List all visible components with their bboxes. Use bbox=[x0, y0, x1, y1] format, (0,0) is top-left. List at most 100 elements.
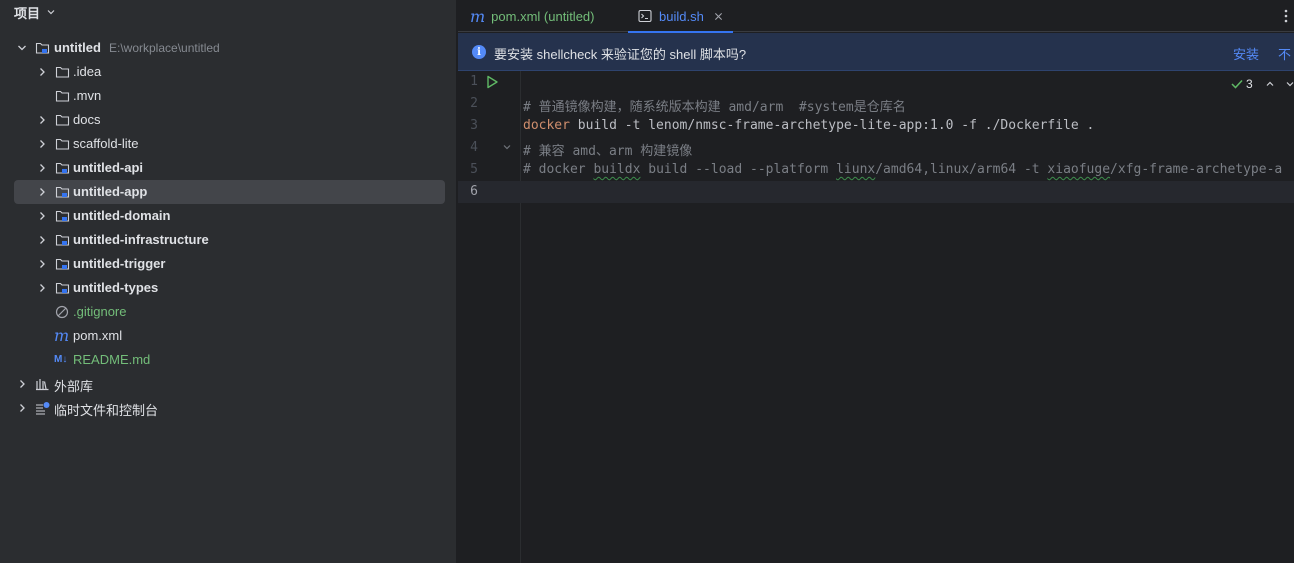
code-text: # 兼容 amd、arm 构建镜像 bbox=[523, 144, 693, 159]
chevron-right-icon[interactable] bbox=[36, 162, 48, 174]
module-folder-icon bbox=[55, 282, 70, 294]
code-line[interactable]: 3 docker build -t lenom/nmsc-frame-arche… bbox=[458, 115, 1294, 137]
tree-item-label: 外部库 bbox=[54, 379, 94, 394]
tree-item[interactable]: untitled-infrastructure bbox=[14, 228, 445, 252]
tree-item-label: untitled-api bbox=[73, 160, 144, 175]
code-token: /xfg-frame-archetype-a bbox=[1110, 162, 1283, 177]
tree-item[interactable]: untitled-app bbox=[14, 180, 445, 204]
tree-item[interactable]: scaffold-lite bbox=[14, 132, 445, 156]
close-icon[interactable] bbox=[714, 12, 723, 21]
tree-root-label: untitled bbox=[54, 40, 101, 55]
inspection-count: 3 bbox=[1246, 77, 1253, 91]
editor-tab-bar: m pom.xml (untitled) build.sh bbox=[458, 0, 1294, 33]
code-token: /amd64,linux/arm64 -t bbox=[875, 162, 1048, 177]
tree-item[interactable]: untitled-types bbox=[14, 276, 445, 300]
code-token: build --load --platform bbox=[640, 162, 837, 177]
tree-item[interactable]: .gitignore bbox=[14, 300, 445, 324]
tree-item-label: scaffold-lite bbox=[73, 136, 139, 151]
chevron-right-icon[interactable] bbox=[16, 402, 28, 414]
typo-token: buildx bbox=[593, 162, 641, 177]
module-folder-icon bbox=[35, 42, 50, 54]
code-text: docker build -t lenom/nmsc-frame-archety… bbox=[523, 118, 1094, 133]
project-panel-title[interactable]: 项目 bbox=[14, 3, 56, 21]
code-line[interactable]: 1 bbox=[458, 71, 1294, 93]
tab-label: pom.xml (untitled) bbox=[491, 8, 595, 24]
maven-icon: m bbox=[54, 326, 70, 345]
module-folder-icon bbox=[55, 258, 70, 270]
tree-item-external-libraries[interactable]: 外部库 bbox=[14, 372, 445, 396]
fold-chevron-icon[interactable] bbox=[502, 142, 512, 152]
markdown-icon: M↓ bbox=[54, 354, 68, 365]
code-text: # docker buildx build --load --platform … bbox=[523, 162, 1282, 177]
line-number: 4 bbox=[470, 140, 478, 155]
ignore-file-icon bbox=[55, 305, 69, 319]
code-line-current[interactable]: 6 bbox=[458, 181, 1294, 203]
tree-item-label: .idea bbox=[73, 64, 102, 79]
chevron-down-icon[interactable] bbox=[1285, 79, 1294, 89]
dismiss-link[interactable]: 不 bbox=[1278, 44, 1291, 63]
tree-item-label: pom.xml bbox=[73, 328, 123, 343]
chevron-right-icon[interactable] bbox=[36, 114, 48, 126]
tree-item-label: untitled-domain bbox=[73, 208, 171, 223]
info-icon: i bbox=[472, 45, 486, 59]
tree-item-label: untitled-app bbox=[73, 184, 148, 199]
tree-item[interactable]: docs bbox=[14, 108, 445, 132]
line-number: 5 bbox=[470, 162, 478, 177]
module-folder-icon bbox=[55, 162, 70, 174]
folder-icon bbox=[55, 90, 70, 102]
tree-item-label: untitled-types bbox=[73, 280, 159, 295]
tab-label: build.sh bbox=[659, 8, 704, 24]
editor-area: m pom.xml (untitled) build.sh i 要安装 shel… bbox=[458, 0, 1294, 563]
line-number: 2 bbox=[470, 96, 478, 111]
tree-item[interactable]: M↓ README.md bbox=[14, 348, 445, 372]
tree-item-label: 临时文件和控制台 bbox=[54, 403, 159, 418]
tree-item-label: docs bbox=[73, 112, 101, 127]
tree-item-label: .mvn bbox=[73, 88, 102, 103]
module-folder-icon bbox=[55, 186, 70, 198]
code-line[interactable]: 4 # 兼容 amd、arm 构建镜像 bbox=[458, 137, 1294, 159]
chevron-right-icon[interactable] bbox=[36, 258, 48, 270]
module-folder-icon bbox=[55, 210, 70, 222]
code-text: # 普通镜像构建，随系统版本构建 amd/arm #system是仓库名 bbox=[523, 100, 906, 115]
chevron-right-icon[interactable] bbox=[36, 210, 48, 222]
tree-item-label: .gitignore bbox=[73, 304, 127, 319]
tree-item[interactable]: .mvn bbox=[14, 84, 445, 108]
tree-item-scratches[interactable]: 临时文件和控制台 bbox=[14, 396, 445, 420]
tree-item[interactable]: untitled-domain bbox=[14, 204, 445, 228]
project-panel-title-label: 项目 bbox=[14, 5, 41, 21]
code-token: # docker bbox=[523, 162, 594, 177]
line-number: 1 bbox=[470, 74, 478, 89]
line-number: 3 bbox=[470, 118, 478, 133]
typo-token: xiaofuge bbox=[1047, 162, 1111, 177]
tree-root-untitled[interactable]: untitled E:\workplace\untitled bbox=[14, 36, 445, 60]
code-editor[interactable]: 1 2 # 普通镜像构建，随系统版本构建 amd/arm #system是仓库名… bbox=[458, 71, 1294, 563]
chevron-right-icon[interactable] bbox=[36, 66, 48, 78]
code-line[interactable]: 5 # docker buildx build --load --platfor… bbox=[458, 159, 1294, 181]
chevron-down-icon[interactable] bbox=[16, 42, 28, 54]
module-folder-icon bbox=[55, 234, 70, 246]
chevron-right-icon[interactable] bbox=[16, 378, 28, 390]
install-link[interactable]: 安装 bbox=[1233, 44, 1259, 63]
line-number: 6 bbox=[470, 184, 478, 199]
chevron-right-icon[interactable] bbox=[36, 138, 48, 150]
tree-item[interactable]: untitled-api bbox=[14, 156, 445, 180]
tree-item[interactable]: m pom.xml bbox=[14, 324, 445, 348]
chevron-right-icon[interactable] bbox=[36, 282, 48, 294]
code-token: build -t lenom/nmsc-frame-archetype-lite… bbox=[569, 118, 1095, 133]
chevron-up-icon[interactable] bbox=[1265, 79, 1275, 89]
tab-build-sh[interactable]: build.sh bbox=[628, 0, 733, 33]
shell-script-icon bbox=[638, 9, 652, 23]
tree-item[interactable]: .idea bbox=[14, 60, 445, 84]
code-line[interactable]: 2 # 普通镜像构建，随系统版本构建 amd/arm #system是仓库名 bbox=[458, 93, 1294, 115]
scratches-icon bbox=[36, 402, 50, 415]
chevron-right-icon[interactable] bbox=[36, 234, 48, 246]
run-icon[interactable] bbox=[486, 75, 498, 89]
project-tool-window: 项目 untitled E:\workplace\untitled .idea.… bbox=[0, 0, 456, 563]
more-options-icon[interactable] bbox=[1284, 8, 1288, 24]
chevron-right-icon[interactable] bbox=[36, 186, 48, 198]
tree-item[interactable]: untitled-trigger bbox=[14, 252, 445, 276]
inspection-widget[interactable]: 3 bbox=[1231, 76, 1294, 92]
chevron-down-icon[interactable] bbox=[46, 7, 56, 17]
tab-pom-xml[interactable]: m pom.xml (untitled) bbox=[470, 0, 594, 32]
check-icon bbox=[1231, 79, 1243, 89]
